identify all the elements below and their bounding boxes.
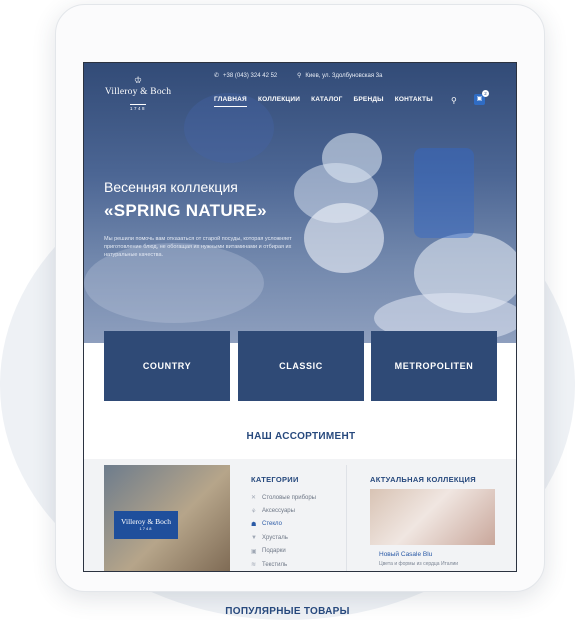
crest-icon: ♔ bbox=[133, 75, 143, 85]
category-item-glass[interactable]: ☗ Стекло bbox=[251, 518, 316, 531]
popular-products-title: ПОПУЛЯРНЫЕ ТОВАРЫ bbox=[225, 606, 350, 617]
category-classic[interactable]: CLASSIC bbox=[238, 331, 364, 401]
category-country[interactable]: COUNTRY bbox=[104, 331, 230, 401]
nav-brands[interactable]: БРЕНДЫ bbox=[354, 96, 384, 107]
assortment-title: НАШ АССОРТИМЕНТ bbox=[246, 431, 356, 442]
nav-collections[interactable]: КОЛЛЕКЦИИ bbox=[258, 96, 300, 107]
phone-contact[interactable]: ✆ +38 (043) 324 42 52 bbox=[214, 72, 278, 80]
category-item-label: Столовые приборы bbox=[262, 494, 316, 501]
nav-home[interactable]: ГЛАВНАЯ bbox=[214, 96, 247, 107]
logo-name: Villeroy & Boch bbox=[104, 87, 172, 97]
category-metropoliten[interactable]: METROPOLITEN bbox=[371, 331, 497, 401]
gift-icon: ▣ bbox=[251, 548, 257, 555]
category-item-label: Аксессуары bbox=[262, 508, 295, 515]
category-item-crystal[interactable]: ▼ Хрусталь bbox=[251, 531, 316, 544]
collection-desc: Цвета и формы из сердца Италии bbox=[379, 561, 459, 567]
top-bar: ✆ +38 (043) 324 42 52 ⚲ Киев, ул. Здолбу… bbox=[84, 63, 516, 133]
nav-catalog[interactable]: КАТАЛОГ bbox=[311, 96, 342, 107]
textile-icon: ≋ bbox=[251, 562, 257, 569]
stage: ✆ +38 (043) 324 42 52 ⚲ Киев, ул. Здолбу… bbox=[0, 0, 575, 636]
phone-icon: ✆ bbox=[214, 73, 220, 79]
cart-count-badge: 2 bbox=[482, 90, 489, 97]
category-item-gifts[interactable]: ▣ Подарки bbox=[251, 545, 316, 558]
collection-name[interactable]: Новый Casale Blu bbox=[379, 551, 432, 558]
tablet-screen: ✆ +38 (043) 324 42 52 ⚲ Киев, ул. Здолбу… bbox=[83, 62, 517, 572]
hero-title: «SPRING NATURE» bbox=[104, 201, 267, 220]
section-divider bbox=[346, 465, 347, 571]
hero-text: Мы решили помочь вам отказаться от старо… bbox=[104, 236, 292, 258]
address-contact: ⚲ Киев, ул. Здолбуновская 3а bbox=[297, 72, 383, 80]
glass-shape bbox=[414, 148, 474, 238]
phone-number: +38 (043) 324 42 52 bbox=[223, 72, 278, 79]
hero-subtitle: Весенняя коллекция bbox=[104, 179, 238, 195]
logo[interactable]: ♔ Villeroy & Boch 1748 bbox=[104, 75, 172, 117]
cup-shape bbox=[304, 203, 384, 273]
cutlery-icon: ✕ bbox=[251, 495, 257, 502]
address-text: Киев, ул. Здолбуновская 3а bbox=[305, 72, 383, 79]
accessory-icon: ⚘ bbox=[251, 508, 257, 515]
category-item-textile[interactable]: ≋ Текстиль bbox=[251, 558, 316, 571]
crystal-icon: ▼ bbox=[251, 534, 257, 541]
category-label: METROPOLITEN bbox=[394, 361, 474, 371]
category-item-label: Стекло bbox=[262, 521, 282, 528]
glass-icon: ☗ bbox=[251, 521, 257, 528]
categories-list: ✕ Столовые приборы ⚘ Аксессуары ☗ Стекло ▼ Х… bbox=[251, 491, 316, 571]
category-item-accessories[interactable]: ⚘ Аксессуары bbox=[251, 504, 316, 517]
search-icon[interactable]: ⚲ bbox=[451, 96, 457, 105]
category-label: COUNTRY bbox=[142, 361, 192, 371]
main-nav: ГЛАВНАЯ КОЛЛЕКЦИИ КАТАЛОГ БРЕНДЫ КОНТАКТ… bbox=[214, 96, 433, 107]
logo-year: 1748 bbox=[129, 104, 146, 111]
promo-logo-name: Villeroy & Boch bbox=[121, 517, 171, 526]
nav-contacts[interactable]: КОНТАКТЫ bbox=[395, 96, 433, 107]
category-item-label: Текстиль bbox=[262, 561, 288, 568]
promo-logo-year: 1748 bbox=[139, 526, 153, 531]
category-item-cutlery[interactable]: ✕ Столовые приборы bbox=[251, 491, 316, 504]
collection-title: АКТУАЛЬНАЯ КОЛЛЕКЦИЯ bbox=[370, 475, 476, 484]
category-item-label: Хрусталь bbox=[262, 534, 288, 541]
collection-image[interactable] bbox=[370, 489, 495, 545]
category-label: CLASSIC bbox=[279, 361, 323, 371]
categories-title: КАТЕГОРИИ bbox=[251, 475, 299, 484]
category-item-label: Подарки bbox=[262, 548, 286, 555]
promo-logo: Villeroy & Boch 1748 bbox=[114, 511, 178, 539]
location-icon: ⚲ bbox=[297, 73, 302, 79]
